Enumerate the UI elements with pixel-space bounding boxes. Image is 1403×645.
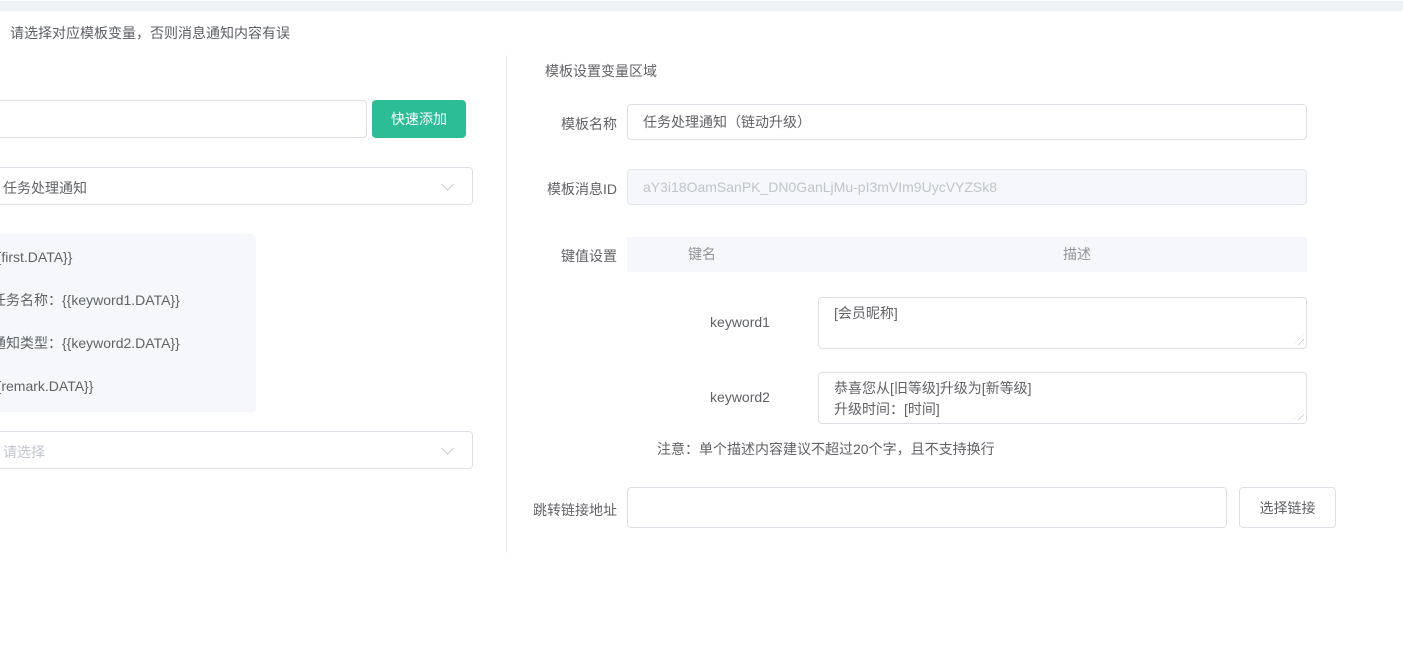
keyword1-desc-textarea[interactable]: [会员昵称] — [818, 297, 1307, 349]
secondary-select-placeholder: 请选择 — [3, 442, 45, 462]
kv-row-key-keyword2: keyword2 — [655, 389, 825, 405]
warning-text: 请选择对应模板变量，否则消息通知内容有误 — [10, 23, 290, 43]
template-select-value: 任务处理通知 — [3, 178, 87, 198]
quick-add-button[interactable]: 快速添加 — [372, 100, 466, 138]
kv-column-desc-header: 描述 — [927, 237, 1227, 272]
keyword2-desc-textarea[interactable]: 恭喜您从[旧等级]升级为[新等级] 升级时间：[时间] — [818, 372, 1307, 424]
top-bar — [0, 1, 1403, 11]
preview-line-first: {{first.DATA}} — [0, 249, 236, 265]
preview-line-keyword1: 任务名称：{{keyword1.DATA}} — [0, 292, 236, 308]
quick-add-input[interactable] — [0, 100, 367, 138]
template-select[interactable]: 任务处理通知 — [0, 167, 473, 205]
template-name-input[interactable] — [627, 104, 1307, 140]
preview-line-remark: {{remark.DATA}} — [0, 378, 236, 394]
section-title: 模板设置变量区域 — [545, 61, 657, 81]
jump-link-label: 跳转链接地址 — [470, 500, 617, 520]
kv-row-desc-wrap: [会员昵称] — [818, 297, 1307, 349]
choose-link-button[interactable]: 选择链接 — [1239, 487, 1336, 528]
template-preview-box: {{first.DATA}} 任务名称：{{keyword1.DATA}} 通知… — [0, 234, 256, 412]
chevron-down-icon — [441, 442, 454, 455]
kv-row-key-keyword1: keyword1 — [655, 314, 825, 330]
kv-row-desc-wrap: 恭喜您从[旧等级]升级为[新等级] 升级时间：[时间] — [818, 372, 1307, 424]
kv-table-header: 键名 描述 — [627, 237, 1307, 272]
chevron-down-icon — [441, 178, 454, 191]
kv-column-key-header: 键名 — [627, 237, 777, 272]
template-config-page: 请选择对应模板变量，否则消息通知内容有误 快速添加 任务处理通知 {{first… — [0, 0, 1403, 645]
kv-note-text: 注意：单个描述内容建议不超过20个字，且不支持换行 — [657, 439, 995, 459]
jump-link-input[interactable] — [627, 487, 1227, 528]
template-msg-id-input — [627, 169, 1307, 205]
preview-line-keyword2: 通知类型：{{keyword2.DATA}} — [0, 335, 236, 351]
template-msg-id-label: 模板消息ID — [470, 179, 617, 199]
secondary-select[interactable]: 请选择 — [0, 431, 473, 469]
template-name-label: 模板名称 — [470, 114, 617, 134]
kv-settings-label: 键值设置 — [470, 246, 617, 266]
